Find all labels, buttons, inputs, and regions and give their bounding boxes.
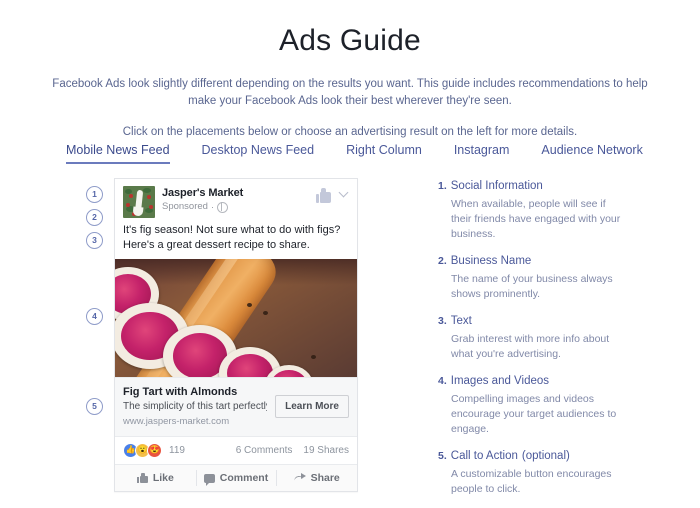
intro-paragraph-1: Facebook Ads look slightly different dep… [52,78,648,107]
engagement-bar: 👍 😮 😍 119 6 Comments 19 Shares [115,436,357,464]
description-item-3: 3. Text Grab interest with more info abo… [438,313,628,362]
globe-icon [216,201,228,213]
description-list: 1. Social Information When available, pe… [438,178,628,508]
ad-body-text: It's fig season! Not sure what to do wit… [123,224,341,251]
ads-guide-page: Ads Guide Facebook Ads look slightly dif… [0,0,700,503]
description-text: The name of your business always shows p… [451,273,613,300]
intro-paragraph-2: Click on the placements below or choose … [122,126,578,138]
separator-dot: · [210,202,214,212]
description-title: Business Name [450,255,532,267]
ad-photo[interactable] [115,259,357,377]
description-heading: 3. Text [438,313,628,329]
like-label: Like [152,472,174,484]
tab-right-column[interactable]: Right Column [346,143,422,164]
comment-button[interactable]: Comment [195,465,277,491]
callout-marker-2[interactable]: 2 [86,209,103,226]
description-text: Grab interest with more info about what … [451,333,610,360]
love-reaction-icon: 😍 [147,443,162,458]
ad-preview-card: Jasper's Market Sponsored · It's fig sea… [114,178,358,492]
share-arrow-icon [294,473,306,483]
description-item-4: 4. Images and Videos Compelling images a… [438,373,628,437]
description-title: Text [450,315,472,327]
tab-mobile-news-feed[interactable]: Mobile News Feed [66,143,170,164]
comment-count[interactable]: 6 Comments [236,445,293,456]
description-heading: 5. Call to Action (optional) [438,448,628,464]
description-text: A customizable button encourages people … [451,468,612,495]
reactions[interactable]: 👍 😮 😍 119 [123,443,236,458]
description-item-5: 5. Call to Action (optional) A customiza… [438,448,628,497]
ad-header: Jasper's Market Sponsored · [115,179,357,223]
thumbs-up-icon[interactable] [316,188,333,204]
thumbs-up-icon [136,473,148,483]
callout-marker-1[interactable]: 1 [86,186,103,203]
sponsored-label: Sponsored [162,201,208,212]
reaction-count: 119 [169,445,185,456]
link-attachment: Fig Tart with Almonds The simplicity of … [115,377,357,436]
callout-marker-4[interactable]: 4 [86,308,103,325]
speech-bubble-icon [203,473,215,486]
description-heading: 2. Business Name [438,253,628,269]
description-title: Call to Action [450,450,518,462]
description-number: 5. [438,450,447,462]
ad-header-actions [316,186,349,204]
description-item-2: 2. Business Name The name of your busine… [438,253,628,302]
page-title: Ads Guide [279,24,421,57]
description-optional-tag: (optional) [521,450,570,462]
comment-label: Comment [219,472,269,484]
engagement-counts: 6 Comments 19 Shares [236,445,349,456]
share-count[interactable]: 19 Shares [303,445,349,456]
action-bar: Like Comment Share [115,464,357,491]
page-name[interactable]: Jasper's Market [162,186,312,200]
description-number: 4. [438,375,447,387]
tab-instagram[interactable]: Instagram [454,143,510,164]
link-description: The simplicity of this tart perfectly ..… [123,401,268,412]
description-text: When available, people will see if their… [451,198,621,240]
callout-marker-5[interactable]: 5 [86,398,103,415]
learn-more-button[interactable]: Learn More [275,395,349,418]
like-button[interactable]: Like [115,465,196,491]
description-number: 2. [438,255,447,267]
link-url: www.jaspers-market.com [123,416,230,427]
sponsored-row: Sponsored · [162,201,312,213]
description-title: Images and Videos [450,375,550,387]
description-number: 3. [438,315,447,327]
tab-audience-network[interactable]: Audience Network [541,143,642,164]
description-heading: 1. Social Information [438,178,628,194]
description-item-1: 1. Social Information When available, pe… [438,178,628,242]
description-text: Compelling images and videos encourage y… [451,393,617,435]
avatar[interactable] [123,186,155,218]
share-button[interactable]: Share [276,465,357,491]
description-number: 1. [438,180,447,192]
placement-tabs: Mobile News Feed Desktop News Feed Right… [66,143,666,164]
share-label: Share [310,472,340,484]
chevron-down-icon[interactable] [339,188,349,198]
description-heading: 4. Images and Videos [438,373,628,389]
tab-desktop-news-feed[interactable]: Desktop News Feed [202,143,315,164]
ad-header-text: Jasper's Market Sponsored · [162,186,312,213]
link-title[interactable]: Fig Tart with Almonds [123,385,267,399]
link-text: Fig Tart with Almonds The simplicity of … [123,385,267,428]
callout-marker-3[interactable]: 3 [86,232,103,249]
description-title: Social Information [450,180,543,192]
